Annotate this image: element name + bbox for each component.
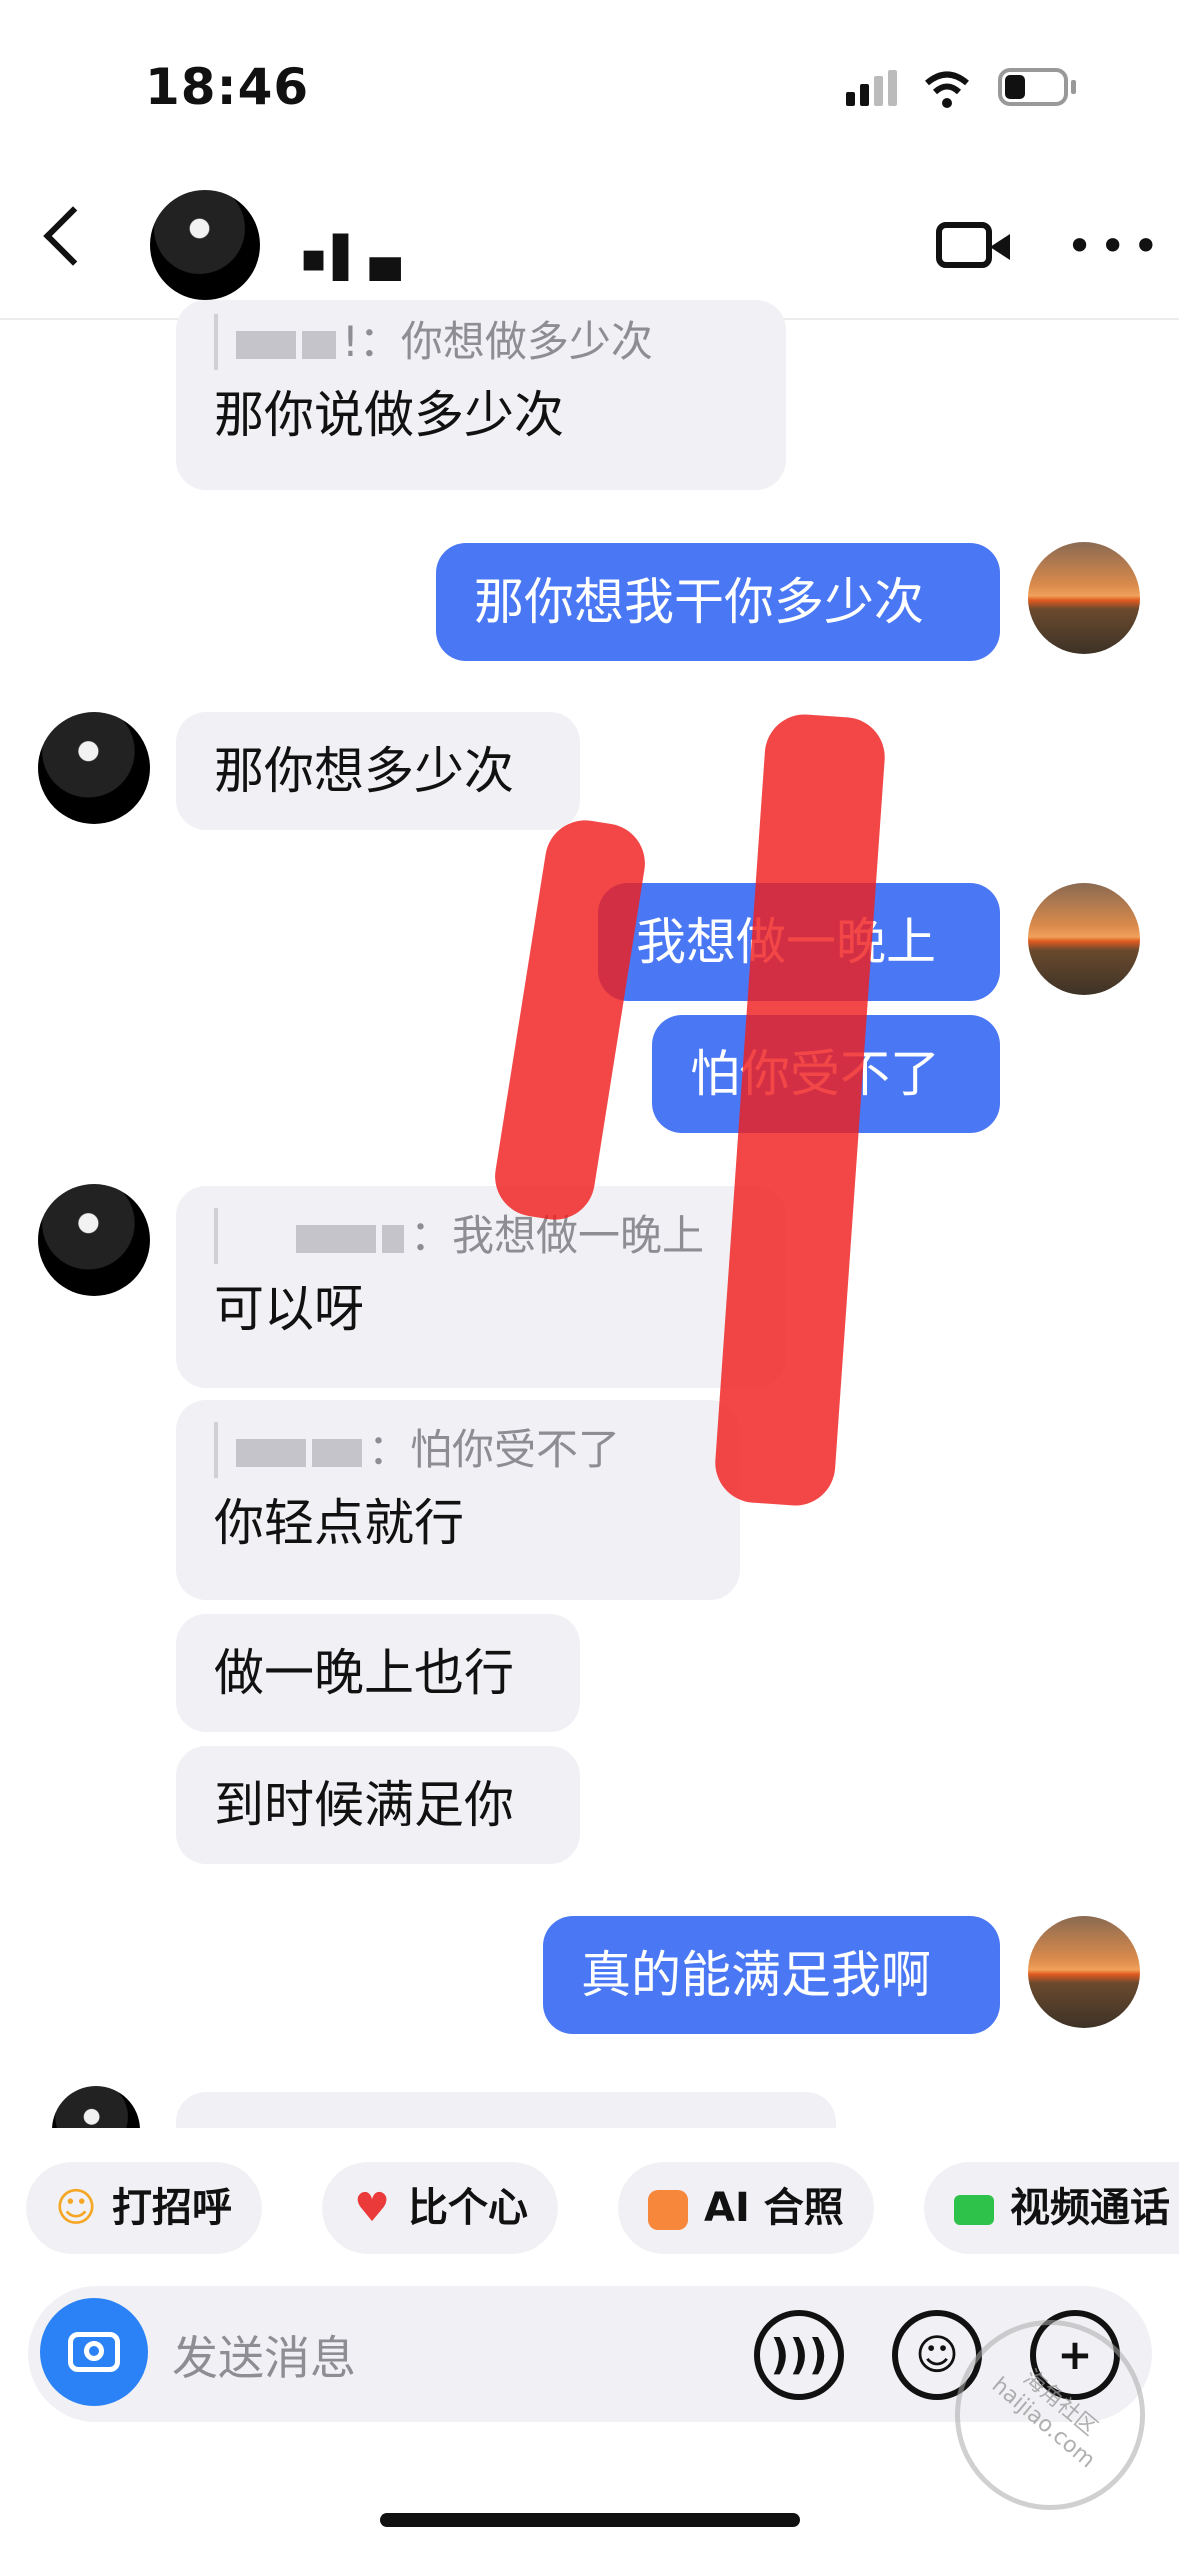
message-text: 那你说做多少次 <box>214 386 564 444</box>
quick-action-heart[interactable]: ♥ 比个心 <box>322 2162 558 2254</box>
message-outgoing[interactable]: 真的能满足我啊 <box>543 1916 1000 2034</box>
contact-avatar[interactable] <box>38 712 150 824</box>
wifi-icon <box>922 68 972 112</box>
quoted-reply: ：怕你受不了 <box>214 1422 702 1478</box>
wave-emoji-icon: ☺ <box>55 2185 97 2231</box>
message-incoming[interactable]: 到时候满足你 <box>176 1746 580 1864</box>
message-incoming[interactable]: !：你想做多少次 那你说做多少次 <box>176 300 786 490</box>
signal-icon <box>846 70 902 110</box>
contact-avatar[interactable] <box>38 1184 150 1296</box>
voice-icon[interactable]: ))) <box>754 2310 844 2400</box>
message-incoming[interactable]: 那你想多少次 <box>176 712 580 830</box>
my-avatar[interactable] <box>1028 542 1140 654</box>
status-time: 18:46 <box>145 58 310 116</box>
message-incoming[interactable]: ：我想做一晚上 可以呀 <box>176 1186 786 1388</box>
message-input-placeholder[interactable]: 发送消息 <box>172 2322 356 2388</box>
message-text: 那你想我干你多少次 <box>474 573 924 631</box>
quick-action-video-call[interactable]: 视频通话 <box>924 2162 1179 2254</box>
message-text: 到时候满足你 <box>214 1776 514 1834</box>
message-text: 那你想多少次 <box>214 742 514 800</box>
message-incoming[interactable]: ：怕你受不了 你轻点就行 <box>176 1400 740 1600</box>
quoted-reply: !：你想做多少次 <box>214 314 748 370</box>
message-text: 可以呀 <box>214 1280 364 1338</box>
battery-icon <box>998 68 1078 108</box>
message-text: 你轻点就行 <box>214 1494 464 1552</box>
partial-message-row <box>0 2080 1179 2128</box>
heart-icon: ♥ <box>354 2185 390 2231</box>
contact-avatar[interactable] <box>150 190 260 300</box>
camera-icon[interactable] <box>40 2298 148 2406</box>
my-avatar[interactable] <box>1028 883 1140 995</box>
quick-action-greet[interactable]: ☺ 打招呼 <box>26 2162 262 2254</box>
message-incoming[interactable]: 做一晚上也行 <box>176 1614 580 1732</box>
quoted-reply: ：我想做一晚上 <box>214 1208 748 1264</box>
more-icon[interactable]: ••• <box>1066 223 1165 269</box>
partial-bubble <box>176 2092 836 2128</box>
video-call-icon[interactable] <box>936 222 1010 268</box>
ai-photo-icon <box>642 2162 694 2254</box>
contact-avatar <box>52 2086 140 2128</box>
home-indicator[interactable] <box>380 2513 800 2527</box>
video-call-icon <box>948 2162 1000 2254</box>
message-outgoing[interactable]: 那你想我干你多少次 <box>436 543 1000 661</box>
my-avatar[interactable] <box>1028 1916 1140 2028</box>
red-annotation-stroke <box>489 814 651 1226</box>
quick-action-ai-photo[interactable]: AI 合照 <box>618 2162 874 2254</box>
message-text: 做一晚上也行 <box>214 1644 514 1702</box>
contact-name[interactable]: ▪▌▄ <box>300 235 407 281</box>
message-text: 真的能满足我啊 <box>581 1946 931 2004</box>
